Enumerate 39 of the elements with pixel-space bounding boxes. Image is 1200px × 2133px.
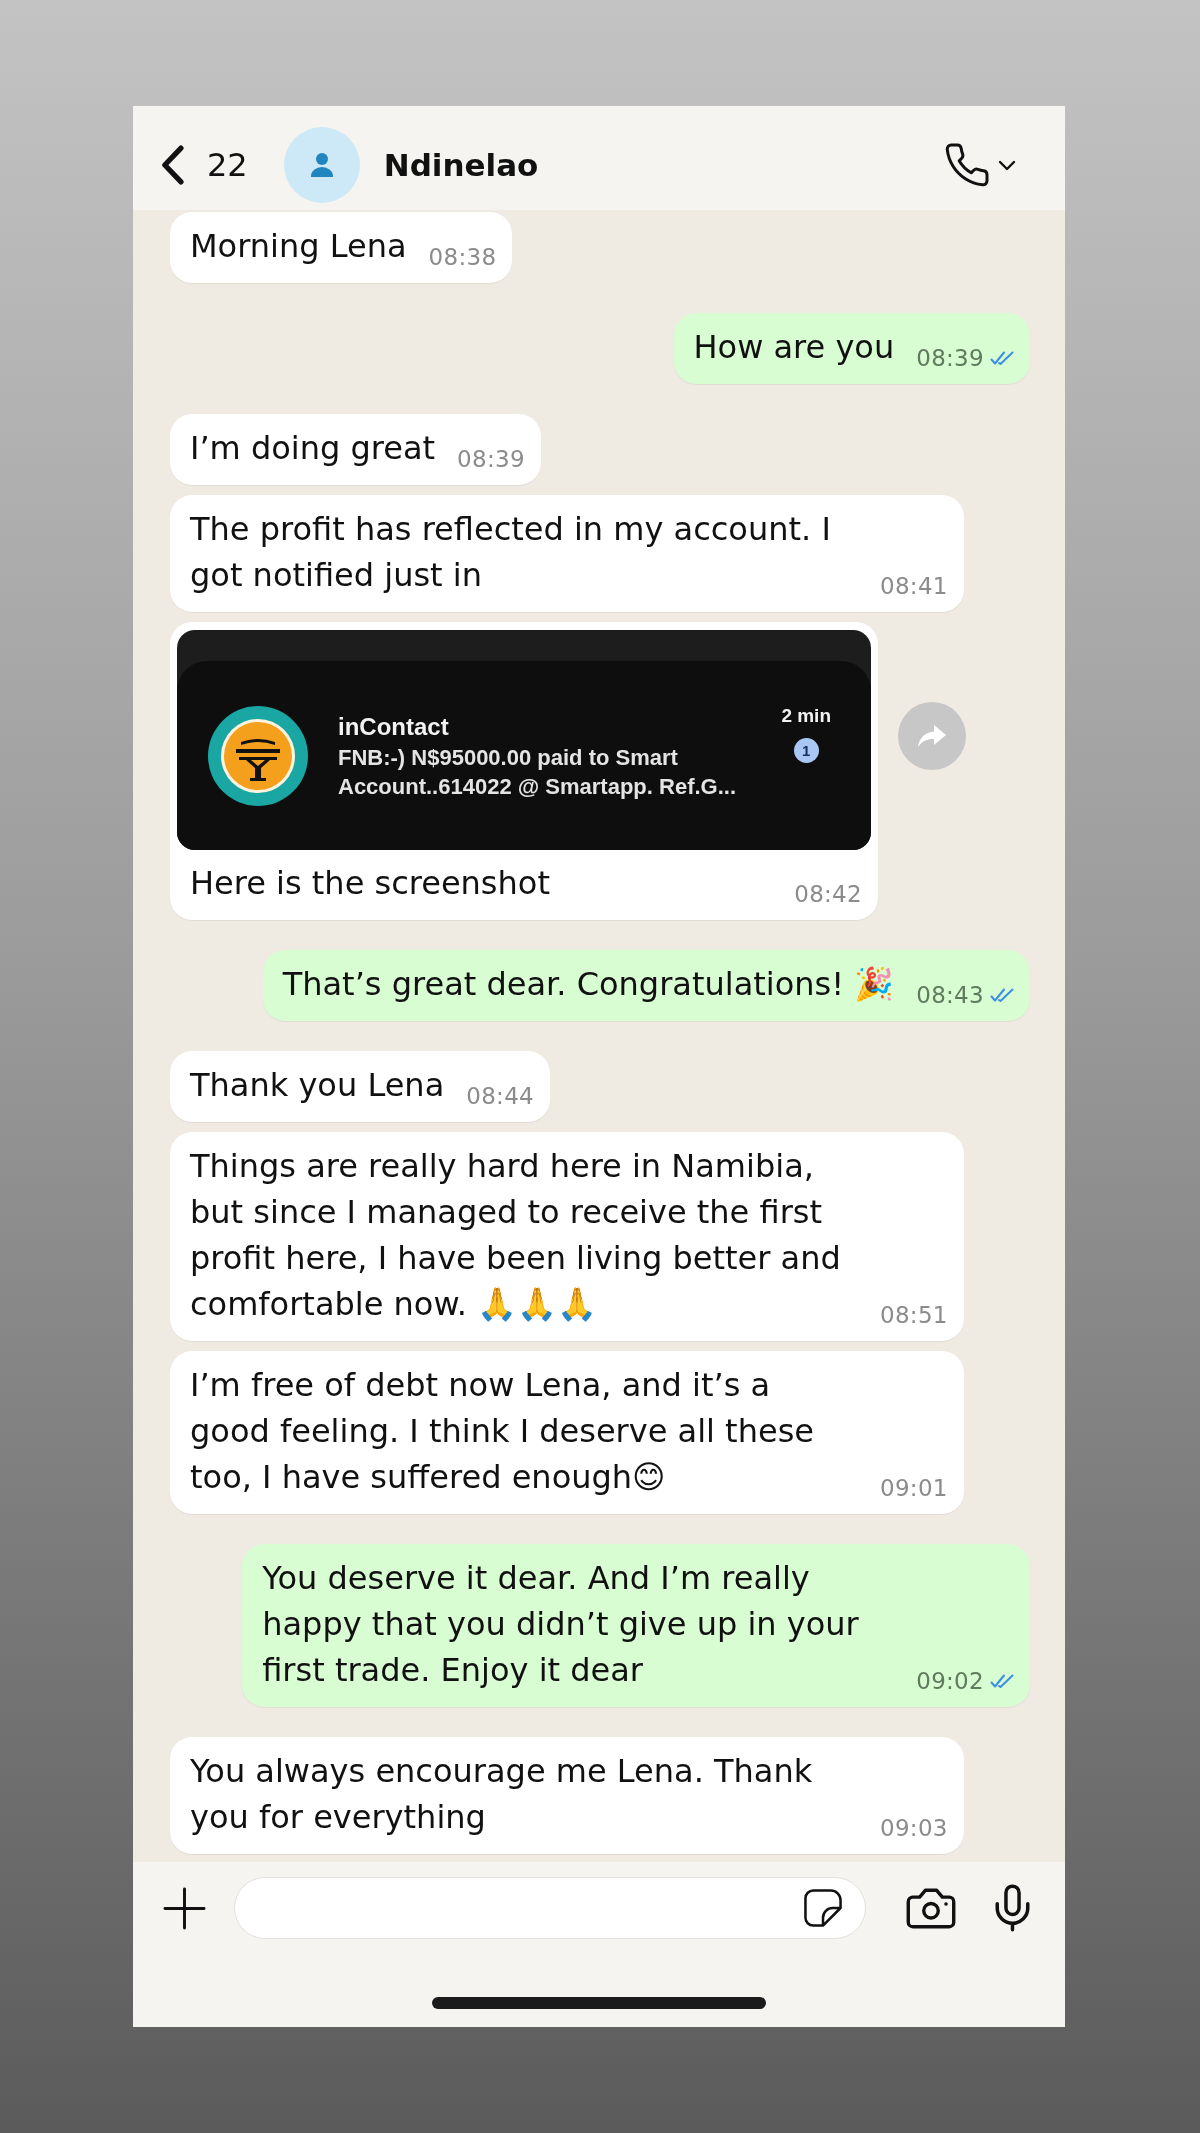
message-text: That’s great dear. Congratulations! 🎉 <box>282 964 895 1005</box>
sticker-icon[interactable] <box>804 1889 842 1927</box>
message-text: How are you <box>693 327 895 368</box>
notification-count: 1 <box>793 738 819 763</box>
chevron-left-icon <box>160 145 185 185</box>
message-time: 08:38 <box>428 243 497 272</box>
message-time: 08:43 <box>916 981 984 1010</box>
avatar-icon[interactable] <box>283 127 360 203</box>
message-time: 08:44 <box>466 1082 535 1111</box>
message-text: Here is the screenshot <box>190 863 550 904</box>
notification-time: 2 min <box>781 704 831 728</box>
message-text: Things are really hard here in Namibia, but since I managed to receive the first profit here, I have been living better and comfortable now. 🙏🙏🙏 <box>190 1146 842 1325</box>
message-text: Morning Lena <box>190 226 407 267</box>
message-text: I’m free of debt now Lena, and it’s a good feeling. I think I deserve all these too, I have suffered enough😊 <box>190 1365 815 1498</box>
notification-text: FNB:-) N$95000.00 paid to Smart Account..614022 @ Smartapp. Ref.G... <box>338 743 738 801</box>
message-time: 08:39 <box>916 344 984 373</box>
message-text: Thank you Lena <box>190 1065 445 1106</box>
message-time: 08:39 <box>457 445 525 474</box>
message-text: You always encourage me Lena. Thank you for everything <box>190 1751 814 1838</box>
microphone-icon[interactable] <box>995 1884 1030 1932</box>
call-button[interactable] <box>945 143 1016 187</box>
plus-icon[interactable] <box>163 1886 206 1930</box>
message-time: 08:51 <box>880 1301 948 1330</box>
forward-arrow-icon <box>917 724 947 748</box>
message-text: I’m doing great <box>190 428 436 469</box>
caret-icon <box>998 159 1016 171</box>
notification-title: inContact <box>338 711 450 742</box>
message-time: 09:03 <box>880 1814 948 1843</box>
tree-logo-icon <box>208 705 308 806</box>
message-time: 09:01 <box>880 1474 948 1503</box>
message-time: 08:42 <box>794 880 862 909</box>
phone-icon <box>945 143 989 187</box>
message-time: 09:02 <box>916 1667 984 1696</box>
message-text: The profit has reflected in my account. I got notified just in <box>190 509 832 596</box>
camera-icon[interactable] <box>906 1887 956 1929</box>
back-button[interactable]: 22 <box>160 145 248 185</box>
message-time: 08:41 <box>880 572 948 601</box>
contact-name[interactable]: Ndinelao <box>383 147 539 183</box>
message-text: You deserve it dear. And I’m really happy that you didn’t give up in your first trade. Enjoy it dear <box>262 1558 860 1691</box>
